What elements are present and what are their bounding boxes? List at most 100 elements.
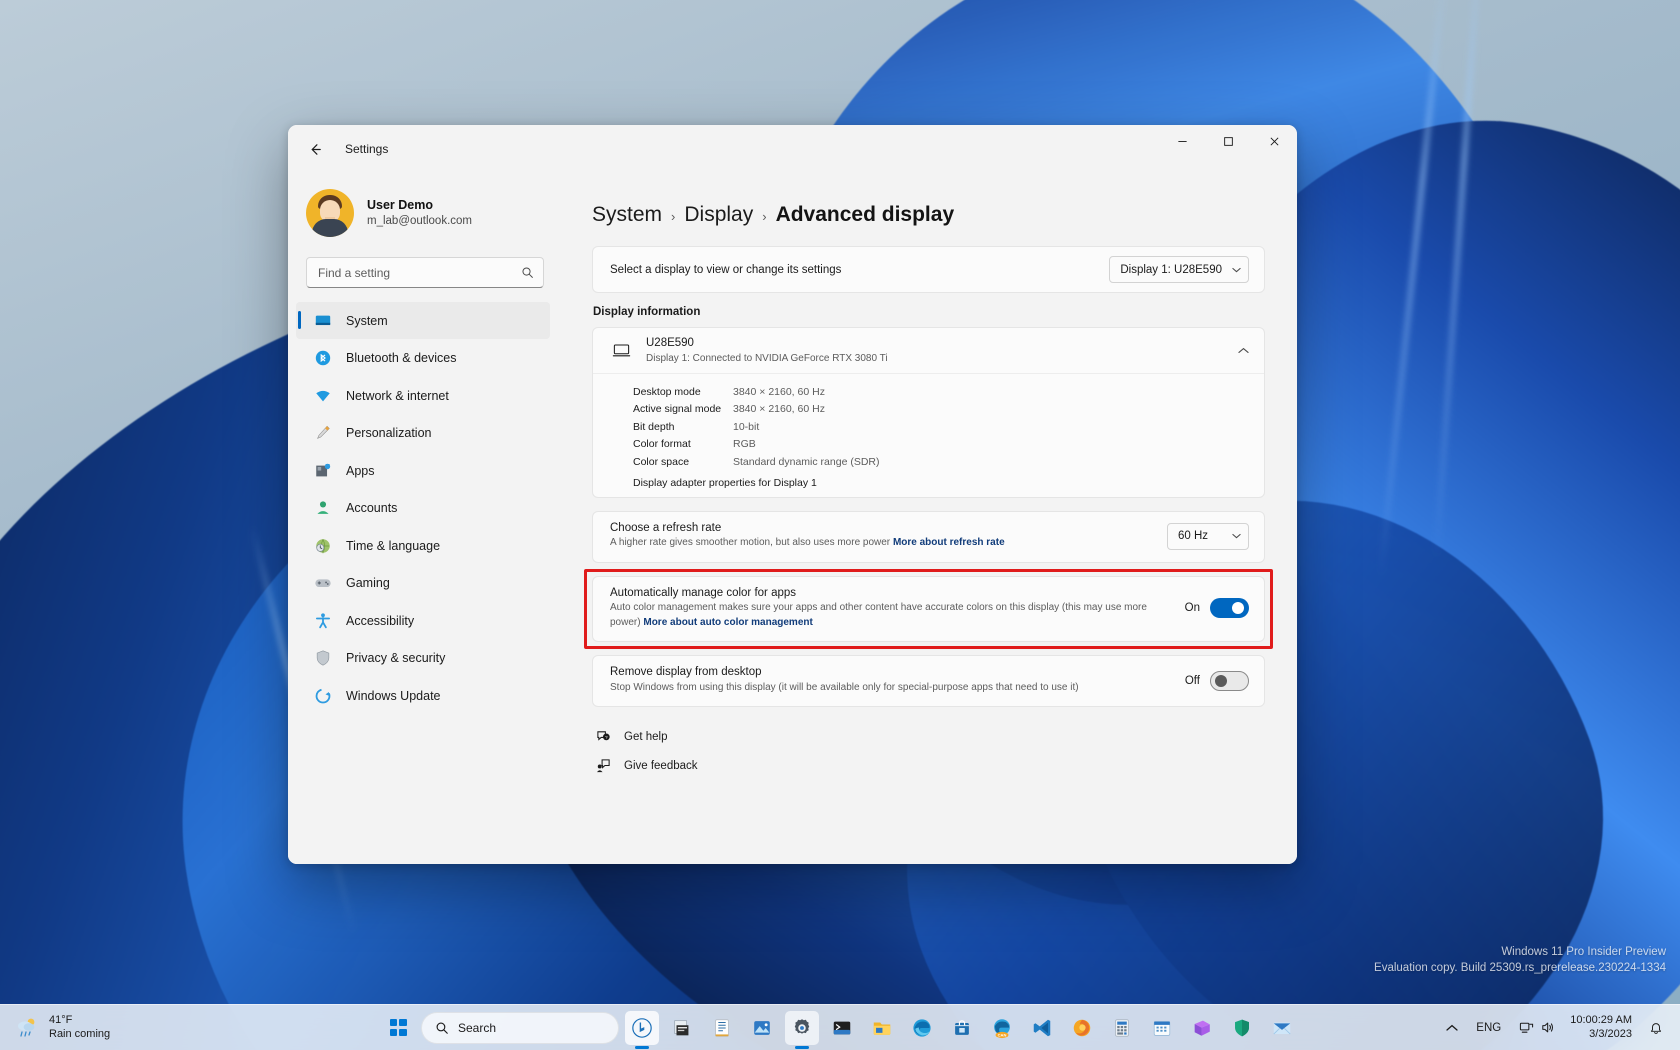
- auto-color-title: Automatically manage color for apps: [610, 587, 1171, 599]
- display-device-name: U28E590: [646, 336, 1238, 351]
- weather-temperature: 41°F: [49, 1014, 110, 1028]
- breadcrumb-system[interactable]: System: [592, 203, 662, 227]
- settings-window: Settings User Demo m_lab@outlook.com: [288, 125, 1297, 864]
- sidebar-item-accounts[interactable]: Accounts: [296, 490, 550, 527]
- sidebar-item-time-language[interactable]: Time & language: [296, 527, 550, 564]
- account-block[interactable]: User Demo m_lab@outlook.com: [288, 173, 560, 251]
- sidebar-item-apps[interactable]: Apps: [296, 452, 550, 489]
- feedback-icon: [592, 758, 614, 773]
- paintbrush-icon: [312, 424, 334, 442]
- search-input[interactable]: [318, 266, 521, 280]
- avatar: [306, 189, 354, 237]
- breadcrumb: System › Display › Advanced display: [592, 203, 1265, 227]
- chevron-up-icon[interactable]: [1238, 347, 1249, 354]
- sidebar-item-network-internet[interactable]: Network & internet: [296, 377, 550, 414]
- tray-language-label: ENG: [1476, 1022, 1501, 1034]
- refresh-rate-dropdown[interactable]: 60 Hz: [1167, 523, 1249, 550]
- refresh-rate-value: 60 Hz: [1178, 530, 1208, 542]
- taskbar-app-edge[interactable]: [905, 1011, 939, 1045]
- table-row: Active signal mode 3840 × 2160, 60 Hz: [593, 401, 1264, 419]
- taskbar-app-windows-security[interactable]: [1225, 1011, 1259, 1045]
- get-help-label: Get help: [624, 731, 667, 743]
- sidebar-item-bluetooth-devices[interactable]: Bluetooth & devices: [296, 340, 550, 377]
- info-key: Bit depth: [633, 421, 733, 433]
- remove-display-toggle[interactable]: [1210, 671, 1249, 691]
- taskbar-app-bing-chat[interactable]: [625, 1011, 659, 1045]
- window-title: Settings: [345, 142, 388, 156]
- wifi-icon: [312, 387, 334, 405]
- sidebar-item-privacy-security[interactable]: Privacy & security: [296, 640, 550, 677]
- taskbar-app-firefox[interactable]: [1065, 1011, 1099, 1045]
- remove-display-row: Remove display from desktop Stop Windows…: [593, 656, 1264, 706]
- taskbar-app-edge-canary[interactable]: CAN: [985, 1011, 1019, 1045]
- sidebar-item-label: System: [346, 314, 388, 328]
- sidebar-item-accessibility[interactable]: Accessibility: [296, 602, 550, 639]
- account-name: User Demo: [367, 198, 472, 214]
- rain-cloud-icon: [14, 1015, 40, 1041]
- taskbar-app-calculator[interactable]: [1105, 1011, 1139, 1045]
- windows-logo-icon: [390, 1019, 407, 1036]
- display-device-subtitle: Display 1: Connected to NVIDIA GeForce R…: [646, 352, 1238, 365]
- taskbar-app-store[interactable]: [945, 1011, 979, 1045]
- close-button[interactable]: [1251, 125, 1297, 157]
- account-email: m_lab@outlook.com: [367, 214, 472, 228]
- tray-date: 3/3/2023: [1570, 1028, 1632, 1042]
- svg-text:CAN: CAN: [998, 1032, 1007, 1037]
- sidebar-item-gaming[interactable]: Gaming: [296, 565, 550, 602]
- taskbar-app-settings[interactable]: [785, 1011, 819, 1045]
- taskbar-app-mail[interactable]: [1265, 1011, 1299, 1045]
- sidebar-item-system[interactable]: System: [296, 302, 550, 339]
- update-icon: [312, 687, 334, 705]
- monitor-icon: [312, 312, 334, 330]
- taskbar-app-terminal[interactable]: [825, 1011, 859, 1045]
- apps-icon: [312, 462, 334, 480]
- sidebar-item-label: Apps: [346, 464, 375, 478]
- taskbar-app-clipchamp[interactable]: [1185, 1011, 1219, 1045]
- taskbar-app-vscode[interactable]: [1025, 1011, 1059, 1045]
- search-box[interactable]: [306, 257, 544, 288]
- breadcrumb-display[interactable]: Display: [684, 203, 753, 227]
- sidebar-item-windows-update[interactable]: Windows Update: [296, 677, 550, 714]
- table-row: Desktop mode 3840 × 2160, 60 Hz: [593, 383, 1264, 401]
- taskbar-app-file-explorer[interactable]: [865, 1011, 899, 1045]
- weather-widget[interactable]: 41°F Rain coming: [0, 1008, 110, 1048]
- taskbar-app-widgets[interactable]: [665, 1011, 699, 1045]
- sidebar: User Demo m_lab@outlook.com: [288, 173, 560, 864]
- remove-display-toggle-state: Off: [1185, 675, 1200, 687]
- windows-watermark: Windows 11 Pro Insider Preview Evaluatio…: [1374, 944, 1666, 977]
- auto-color-more-link[interactable]: More about auto color management: [643, 617, 812, 628]
- footer-links: ? Get help Give feedback: [592, 725, 1265, 777]
- refresh-rate-more-link[interactable]: More about refresh rate: [893, 537, 1005, 548]
- display-adapter-properties-link[interactable]: Display adapter properties for Display 1: [593, 477, 1264, 489]
- notification-icon: [1649, 1021, 1663, 1035]
- auto-color-toggle[interactable]: [1210, 598, 1249, 618]
- display-select-row: Select a display to view or change its s…: [593, 247, 1264, 292]
- display-info-table: Desktop mode 3840 × 2160, 60 Hz Active s…: [593, 374, 1264, 497]
- tray-expand-button[interactable]: [1439, 1012, 1465, 1044]
- taskbar-app-calendar[interactable]: [1145, 1011, 1179, 1045]
- info-key: Color format: [633, 438, 733, 450]
- tray-clock[interactable]: 10:00:29 AM 3/3/2023: [1566, 1014, 1638, 1042]
- sidebar-item-personalization[interactable]: Personalization: [296, 415, 550, 452]
- sidebar-item-label: Gaming: [346, 576, 390, 590]
- taskbar-search[interactable]: Search: [421, 1012, 619, 1044]
- tray-language-indicator[interactable]: ENG: [1469, 1012, 1508, 1044]
- maximize-button[interactable]: [1205, 125, 1251, 157]
- clock-globe-icon: [312, 537, 334, 555]
- back-button[interactable]: [299, 133, 331, 165]
- minimize-button[interactable]: [1159, 125, 1205, 157]
- give-feedback-link[interactable]: Give feedback: [592, 754, 1265, 777]
- volume-icon: [1540, 1020, 1555, 1035]
- taskbar-app-photos[interactable]: [745, 1011, 779, 1045]
- start-button[interactable]: [381, 1011, 415, 1045]
- get-help-link[interactable]: ? Get help: [592, 725, 1265, 748]
- display-device-header[interactable]: U28E590 Display 1: Connected to NVIDIA G…: [593, 328, 1264, 374]
- window-controls: [1159, 125, 1297, 173]
- refresh-rate-card: Choose a refresh rate A higher rate give…: [592, 511, 1265, 563]
- table-row: Color space Standard dynamic range (SDR): [593, 453, 1264, 471]
- notification-center-button[interactable]: [1642, 1012, 1670, 1044]
- tray-quick-settings[interactable]: [1512, 1012, 1562, 1044]
- gamepad-icon: [312, 574, 334, 592]
- taskbar-app-notepad[interactable]: [705, 1011, 739, 1045]
- display-select-dropdown[interactable]: Display 1: U28E590: [1109, 256, 1249, 283]
